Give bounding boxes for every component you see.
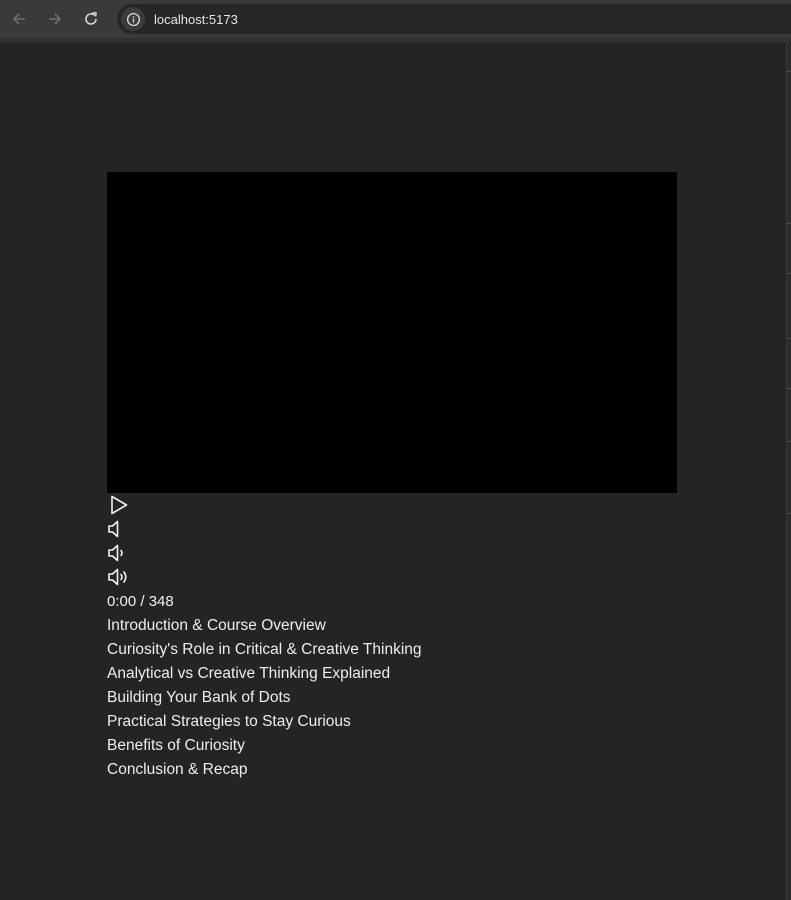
mute-button[interactable] (107, 517, 135, 541)
chapter-item[interactable]: Conclusion & Recap (107, 758, 422, 782)
chapter-item[interactable]: Building Your Bank of Dots (107, 686, 422, 710)
forward-button[interactable] (40, 4, 70, 34)
play-button[interactable] (107, 493, 135, 517)
volume-low-button[interactable] (107, 541, 135, 565)
volume-mute-icon (108, 520, 119, 538)
reload-icon (85, 12, 97, 25)
volume-low-icon (108, 544, 123, 562)
back-button[interactable] (4, 4, 34, 34)
reload-button[interactable] (76, 4, 106, 34)
chapter-item[interactable]: Benefits of Curiosity (107, 734, 422, 758)
chapter-item[interactable]: Curiosity's Role in Critical & Creative … (107, 638, 422, 662)
url-text: localhost:5173 (154, 11, 238, 27)
play-icon (111, 495, 128, 515)
chapter-item[interactable]: Analytical vs Creative Thinking Explaine… (107, 662, 422, 686)
volume-high-button[interactable] (107, 565, 135, 589)
forward-icon (49, 13, 62, 25)
chapter-list: Introduction & Course Overview Curiosity… (107, 614, 422, 782)
address-bar[interactable]: localhost:5173 (117, 4, 791, 34)
browser-toolbar: localhost:5173 (0, 0, 791, 38)
volume-high-icon (108, 568, 127, 586)
toolbar-divider (0, 38, 791, 43)
chapter-item[interactable]: Introduction & Course Overview (107, 614, 422, 638)
video-player[interactable] (107, 172, 677, 493)
back-icon (12, 13, 25, 25)
time-display: 0:00 / 348 (107, 593, 174, 610)
info-icon[interactable] (121, 7, 145, 31)
player-controls (107, 493, 135, 589)
scrollbar-edge (786, 43, 791, 900)
chapter-item[interactable]: Practical Strategies to Stay Curious (107, 710, 422, 734)
